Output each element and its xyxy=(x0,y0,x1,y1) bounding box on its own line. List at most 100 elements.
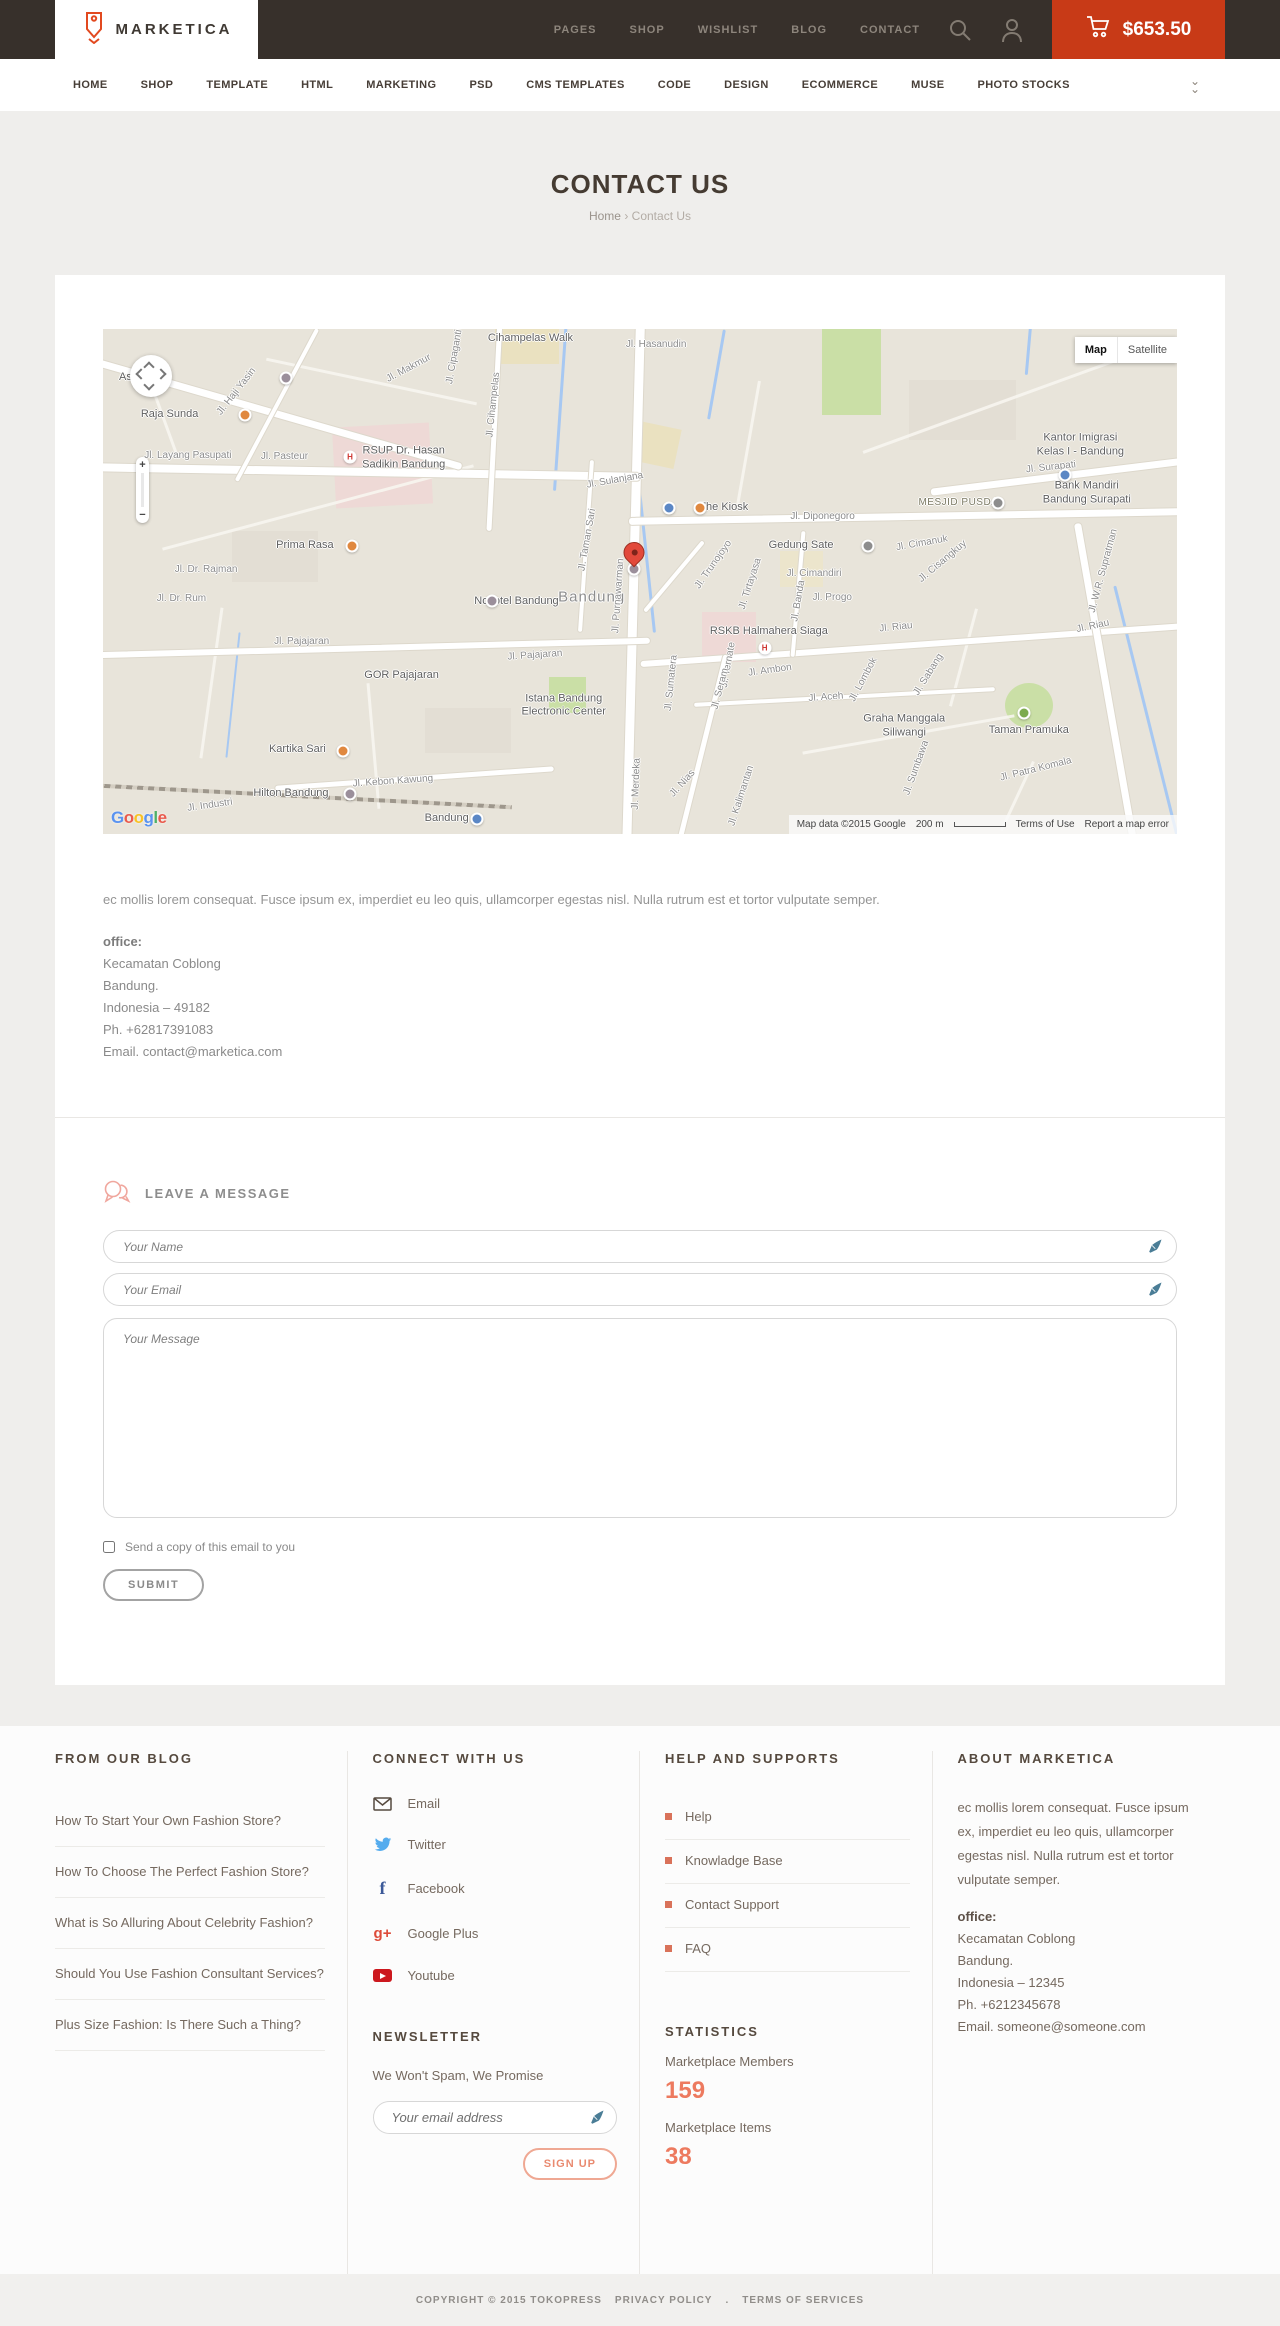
section-divider xyxy=(55,1117,1225,1118)
message-textarea[interactable] xyxy=(103,1318,1177,1518)
about-office-block: office: Kecamatan Coblong Bandung. Indon… xyxy=(958,1906,1204,2038)
terms-of-use-link[interactable]: Terms of Use xyxy=(1016,819,1075,830)
social-link-youtube[interactable]: Youtube xyxy=(373,1968,618,1983)
email-input[interactable] xyxy=(103,1273,1177,1306)
help-link[interactable]: Contact Support xyxy=(665,1884,910,1928)
help-link-label: Contact Support xyxy=(685,1897,779,1912)
hotel-poi-icon xyxy=(279,371,293,385)
header-nav-item[interactable]: PAGES xyxy=(554,24,597,36)
social-link-email[interactable]: Email xyxy=(373,1796,618,1811)
category-nav-item[interactable]: PHOTO STOCKS xyxy=(977,79,1069,91)
map-label: Raja Sunda xyxy=(140,407,199,420)
category-nav-item[interactable]: SHOP xyxy=(141,79,174,91)
twitter-icon xyxy=(373,1837,393,1852)
newsletter-email-input[interactable] xyxy=(372,2101,617,2134)
privacy-policy-link[interactable]: PRIVACY POLICY xyxy=(615,2295,713,2306)
zoom-out-icon[interactable]: − xyxy=(139,509,145,521)
google-map[interactable]: Cihampelas Walk Jl. Hasanudin Jl. Cipagant… xyxy=(103,329,1177,834)
chevron-down-icon[interactable]: ⌄ ⌄ xyxy=(1190,75,1200,95)
shopping-poi-icon xyxy=(662,501,676,515)
blog-post-link[interactable]: Plus Size Fashion: Is There Such a Thing… xyxy=(55,2000,325,2051)
signup-button[interactable]: SIGN UP xyxy=(522,2148,617,2180)
map-label: Jl. Purnawarman xyxy=(609,557,626,634)
hospital-poi-icon: H xyxy=(343,450,357,464)
report-map-error-link[interactable]: Report a map error xyxy=(1085,819,1169,830)
search-icon[interactable] xyxy=(947,17,973,43)
send-copy-checkbox[interactable] xyxy=(103,1541,115,1553)
park-poi-icon xyxy=(1017,706,1031,720)
category-nav-item[interactable]: PSD xyxy=(469,79,493,91)
header-nav-item[interactable]: WISHLIST xyxy=(698,24,759,36)
pen-icon xyxy=(1146,1239,1162,1258)
help-link-label: FAQ xyxy=(685,1941,712,1956)
category-nav-item[interactable]: CODE xyxy=(658,79,691,91)
category-nav-item[interactable]: CMS TEMPLATES xyxy=(526,79,625,91)
help-heading: HELP AND SUPPORTS xyxy=(665,1751,840,1766)
map-pan-control[interactable] xyxy=(130,355,172,397)
bank-poi-icon xyxy=(1058,468,1072,482)
user-icon[interactable] xyxy=(1000,17,1024,43)
brand-logo[interactable]: MARKETICA xyxy=(55,0,258,59)
pen-icon xyxy=(1146,1282,1162,1301)
stat-value: 38 xyxy=(665,2143,692,2170)
youtube-icon xyxy=(373,1969,393,1982)
blog-post-link[interactable]: How To Start Your Own Fashion Store? xyxy=(55,1796,325,1847)
hospital-poi-icon: H xyxy=(758,641,772,655)
header-nav-item[interactable]: BLOG xyxy=(791,24,827,36)
blog-post-link[interactable]: What is So Alluring About Celebrity Fash… xyxy=(55,1898,325,1949)
map-zoom-control[interactable]: + − xyxy=(136,457,149,523)
facebook-icon: f xyxy=(379,1878,386,1898)
social-link-google-plus[interactable]: g+ Google Plus xyxy=(373,1925,618,1942)
top-header: MARKETICA PAGES SHOP WISHLIST BLOG CONTACT xyxy=(0,0,1280,59)
social-link-label: Youtube xyxy=(407,1968,455,1983)
restaurant-poi-icon xyxy=(345,539,359,553)
satellite-view-button[interactable]: Satellite xyxy=(1117,337,1177,363)
map-view-button[interactable]: Map xyxy=(1074,337,1118,363)
blog-post-link[interactable]: How To Choose The Perfect Fashion Store? xyxy=(55,1847,325,1898)
social-link-label: Email xyxy=(407,1796,441,1811)
category-nav-item[interactable]: MUSE xyxy=(911,79,944,91)
category-nav-item[interactable]: DESIGN xyxy=(724,79,769,91)
map-label: Kantor Imigrasi Kelas I - Bandung xyxy=(1036,431,1125,458)
newsletter-tagline: We Won't Spam, We Promise xyxy=(372,2068,544,2083)
name-input[interactable] xyxy=(103,1230,1177,1263)
terms-of-services-link[interactable]: TERMS OF SERVICES xyxy=(742,2295,864,2306)
footer-about-column: ABOUT MARKETICA ec mollis lorem consequa… xyxy=(933,1751,1226,2274)
social-link-facebook[interactable]: f Facebook xyxy=(373,1878,618,1899)
map-label: Jl. Riau xyxy=(878,620,913,635)
bullet-square-icon xyxy=(665,1857,672,1864)
newsletter-heading: NEWSLETTER xyxy=(372,2029,483,2044)
copyright-separator: . xyxy=(725,2294,730,2306)
zoom-in-icon[interactable]: + xyxy=(139,459,145,471)
category-nav-item[interactable]: ECOMMERCE xyxy=(802,79,878,91)
header-nav: PAGES SHOP WISHLIST BLOG CONTACT xyxy=(554,24,920,36)
map-label: Jl. Cimanuk xyxy=(895,532,950,553)
category-nav-item[interactable]: TEMPLATE xyxy=(206,79,268,91)
office-address-lines: Kecamatan Coblong Bandung. Indonesia – 4… xyxy=(103,956,283,1059)
cart-button[interactable]: $653.50 xyxy=(1052,0,1225,59)
category-nav-item[interactable]: MARKETING xyxy=(366,79,436,91)
breadcrumb: Home › Contact Us xyxy=(0,209,1280,223)
help-link[interactable]: FAQ xyxy=(665,1928,910,1972)
connect-heading: CONNECT WITH US xyxy=(372,1751,526,1766)
statistics-block: STATISTICS Marketplace Members 159 Marketp… xyxy=(665,2024,910,2171)
breadcrumb-home[interactable]: Home xyxy=(589,209,621,223)
blog-post-link[interactable]: Should You Use Fashion Consultant Servic… xyxy=(55,1949,325,2000)
map-label: Jl. Patra Komala xyxy=(999,755,1074,784)
help-link[interactable]: Help xyxy=(665,1796,910,1840)
header-nav-item[interactable]: CONTACT xyxy=(860,24,920,36)
help-link[interactable]: Knowladge Base xyxy=(665,1840,910,1884)
header-nav-item[interactable]: SHOP xyxy=(630,24,665,36)
newsletter-block: NEWSLETTER We Won't Spam, We Promise SIG… xyxy=(372,2029,617,2180)
map-label: Jl. Dr. Rajman xyxy=(174,564,238,576)
social-link-twitter[interactable]: Twitter xyxy=(373,1837,618,1852)
leave-message-heading-row: LEAVE A MESSAGE xyxy=(103,1180,1177,1206)
category-nav-item[interactable]: HTML xyxy=(301,79,333,91)
map-label: Jl. Pajajaran xyxy=(506,647,563,663)
category-nav-item[interactable]: HOME xyxy=(73,79,108,91)
submit-button[interactable]: SUBMIT xyxy=(103,1569,205,1601)
restaurant-poi-icon xyxy=(238,408,252,422)
office-heading: office: xyxy=(103,934,142,949)
footer-help-column: HELP AND SUPPORTS Help Knowladge Base Cont… xyxy=(640,1751,933,2274)
bullet-square-icon xyxy=(665,1945,672,1952)
